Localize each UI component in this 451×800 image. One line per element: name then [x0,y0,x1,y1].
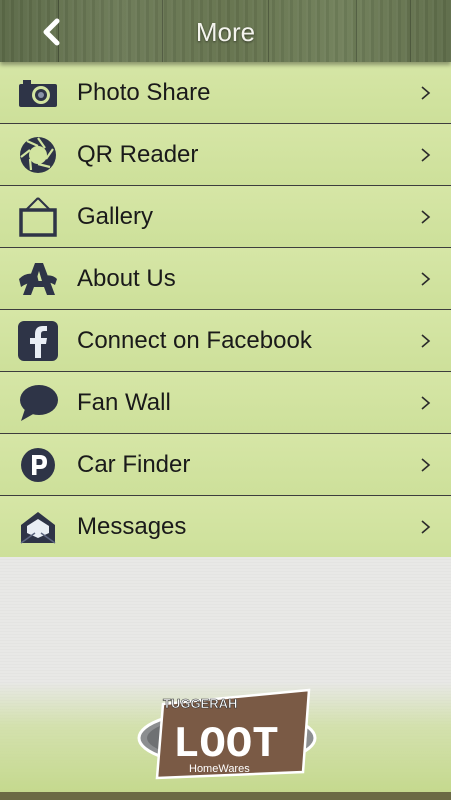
menu-item-photo-share[interactable]: Photo Share [0,62,451,124]
chevron-right-icon [421,271,431,286]
brand-logo: TUGGERAH LOOT HomeWares [137,686,317,786]
logo-bottom-text: HomeWares [189,763,250,775]
menu-item-label: QR Reader [77,140,199,168]
menu-item-label: About Us [77,264,176,292]
aperture-icon [16,133,60,177]
chevron-right-icon [421,395,431,410]
chevron-right-icon [421,333,431,348]
menu-item-fan-wall[interactable]: Fan Wall [0,372,451,434]
logo-top-text: TUGGERAH [163,696,237,711]
header-bar: More [0,0,451,62]
camera-icon [16,71,60,115]
menu-item-gallery[interactable]: Gallery [0,186,451,248]
facebook-icon [16,319,60,363]
letter-a-icon [16,257,60,301]
chevron-right-icon [421,147,431,162]
picture-frame-icon [16,195,60,239]
speech-bubble-icon [16,381,60,425]
menu-item-label: Car Finder [77,450,191,478]
menu-item-messages[interactable]: Messages [0,496,451,558]
chevron-right-icon [421,519,431,534]
parking-icon [16,443,60,487]
menu-item-qr-reader[interactable]: QR Reader [0,124,451,186]
footer-wood-strip [0,792,451,800]
menu-item-about-us[interactable]: About Us [0,248,451,310]
menu-item-label: Gallery [77,202,154,230]
menu-item-connect-facebook[interactable]: Connect on Facebook [0,310,451,372]
chevron-right-icon [421,209,431,224]
chevron-right-icon [421,85,431,100]
menu-item-label: Fan Wall [77,388,171,416]
envelope-icon [16,505,60,549]
menu-item-label: Photo Share [77,78,211,106]
menu-list: Photo Share QR Reader Gallery About Us C… [0,62,451,558]
chevron-right-icon [421,457,431,472]
menu-item-label: Connect on Facebook [77,326,312,354]
menu-item-car-finder[interactable]: Car Finder [0,434,451,496]
menu-item-label: Messages [77,512,187,540]
page-title: More [195,17,256,47]
